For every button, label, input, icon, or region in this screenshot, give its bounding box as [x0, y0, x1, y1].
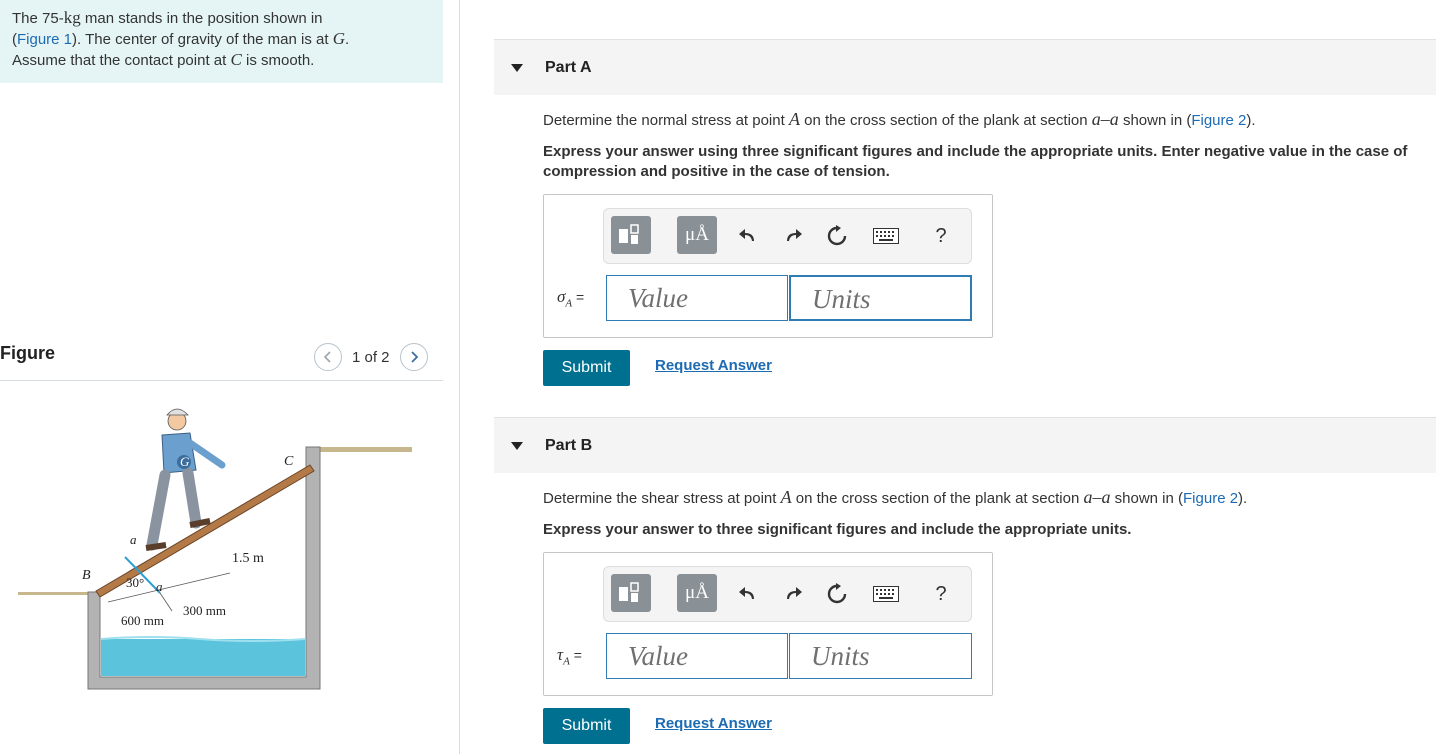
fig-label-a2: a	[156, 579, 163, 594]
fig-label-b: B	[82, 568, 91, 583]
figure-1-link[interactable]: Figure 1	[17, 31, 72, 48]
fig-label-length: 1.5 m	[232, 551, 264, 566]
redo-icon	[787, 587, 802, 599]
prev-figure-button[interactable]	[314, 343, 342, 371]
problem-text-1: The 75-	[12, 10, 64, 27]
part-a-answer-box: μÅ ? σA = Value Units	[543, 194, 993, 338]
reset-icon	[827, 225, 847, 246]
q-text: ).	[1238, 490, 1248, 507]
collapse-triangle-icon[interactable]	[511, 441, 523, 450]
template-icon	[619, 582, 639, 602]
part-b-instruction: Express your answer to three significant…	[543, 521, 1132, 538]
fig-label-c: C	[284, 454, 294, 469]
symbol-subscript: A	[563, 655, 570, 668]
part-a-instruction: Express your answer using three signific…	[543, 143, 1408, 180]
chevron-right-icon	[410, 351, 418, 363]
figure-divider	[0, 380, 443, 381]
problem-text-6: Assume that the contact point at	[12, 52, 231, 69]
q-text: ).	[1246, 112, 1256, 129]
units-input[interactable]: Units	[789, 633, 972, 679]
part-b-answer-box: μÅ ? τA = Value Units	[543, 552, 993, 696]
undo-button[interactable]	[734, 222, 762, 250]
units-input[interactable]: Units	[789, 275, 972, 321]
undo-icon	[739, 587, 754, 599]
part-a-title: Part A	[545, 58, 592, 76]
part-a-header[interactable]: Part A	[494, 39, 1436, 95]
reset-button[interactable]	[823, 222, 851, 250]
units-button[interactable]: μÅ	[677, 216, 717, 254]
redo-icon	[787, 229, 802, 241]
undo-icon	[739, 229, 754, 241]
q-text: shown in (	[1118, 112, 1192, 129]
point-c: C	[230, 50, 242, 69]
fig-label-g: G	[180, 454, 190, 469]
help-button[interactable]: ?	[927, 580, 955, 608]
next-figure-button[interactable]	[399, 343, 428, 371]
keyboard-icon	[873, 228, 899, 244]
figure-pager: 1 of 2	[314, 343, 428, 371]
unit-kg: kg	[63, 8, 81, 27]
value-input[interactable]: Value	[606, 633, 788, 679]
part-a-question: Determine the normal stress at point A o…	[543, 109, 1423, 131]
q-text: Determine the normal stress at point	[543, 112, 789, 129]
answer-toolbar: μÅ ?	[603, 208, 972, 264]
part-a-submit-button[interactable]: Submit	[543, 350, 630, 386]
q-section: a–a	[1091, 109, 1119, 129]
figure-title: Figure	[0, 343, 56, 363]
tau-a-label: τA =	[557, 645, 582, 667]
equals-sign: =	[569, 647, 582, 663]
sigma-a-label: σA =	[557, 287, 584, 309]
problem-text-5: .	[345, 31, 350, 48]
redo-button[interactable]	[779, 580, 807, 608]
q-text: on the cross section of the plank at sec…	[791, 490, 1084, 507]
reset-icon	[827, 583, 847, 604]
template-icon	[619, 224, 639, 244]
part-b-submit-button[interactable]: Submit	[543, 708, 630, 744]
templates-button[interactable]	[611, 216, 651, 254]
q-text: shown in (	[1110, 490, 1184, 507]
part-b-request-answer-link[interactable]: Request Answer	[655, 715, 772, 732]
part-b-question: Determine the shear stress at point A on…	[543, 487, 1423, 509]
keyboard-icon	[873, 586, 899, 602]
problem-text-7: is smooth.	[241, 52, 315, 69]
units-button[interactable]: μÅ	[677, 574, 717, 612]
q-text: on the cross section of the plank at sec…	[799, 112, 1092, 129]
templates-button[interactable]	[611, 574, 651, 612]
figure-pager-label: 1 of 2	[352, 348, 390, 366]
column-divider	[459, 0, 460, 754]
value-input[interactable]: Value	[606, 275, 788, 321]
problem-text-2: man stands in the position shown in	[80, 10, 323, 27]
fig-label-dim1: 300 mm	[183, 603, 226, 618]
q-text: Determine the shear stress at point	[543, 490, 781, 507]
redo-button[interactable]	[779, 222, 807, 250]
chevron-left-icon	[323, 351, 331, 363]
fig-label-dim2: 600 mm	[121, 613, 164, 628]
answer-toolbar: μÅ ?	[603, 566, 972, 622]
q-section: a–a	[1083, 487, 1111, 507]
problem-text-4: ). The center of gravity of the man is a…	[72, 31, 333, 48]
part-b-title: Part B	[545, 436, 593, 454]
part-b-header[interactable]: Part B	[494, 417, 1436, 473]
figure-2-link[interactable]: Figure 2	[1183, 490, 1238, 507]
keyboard-button[interactable]	[869, 222, 903, 250]
part-a-request-answer-link[interactable]: Request Answer	[655, 357, 772, 374]
figure-2-link[interactable]: Figure 2	[1191, 112, 1246, 129]
equals-sign: =	[572, 289, 585, 305]
figure-image: C G a a B 30° 1.5 m 300 mm 600 mm	[18, 408, 412, 690]
q-point: A	[788, 109, 800, 129]
undo-button[interactable]	[734, 580, 762, 608]
q-point: A	[780, 487, 792, 507]
help-button[interactable]: ?	[927, 222, 955, 250]
keyboard-button[interactable]	[869, 580, 903, 608]
fig-label-a1: a	[130, 532, 137, 547]
problem-statement: The 75-kg man stands in the position sho…	[0, 0, 443, 83]
point-g: G	[332, 29, 345, 48]
collapse-triangle-icon[interactable]	[511, 63, 523, 72]
fig-label-angle: 30°	[126, 575, 144, 590]
reset-button[interactable]	[823, 580, 851, 608]
